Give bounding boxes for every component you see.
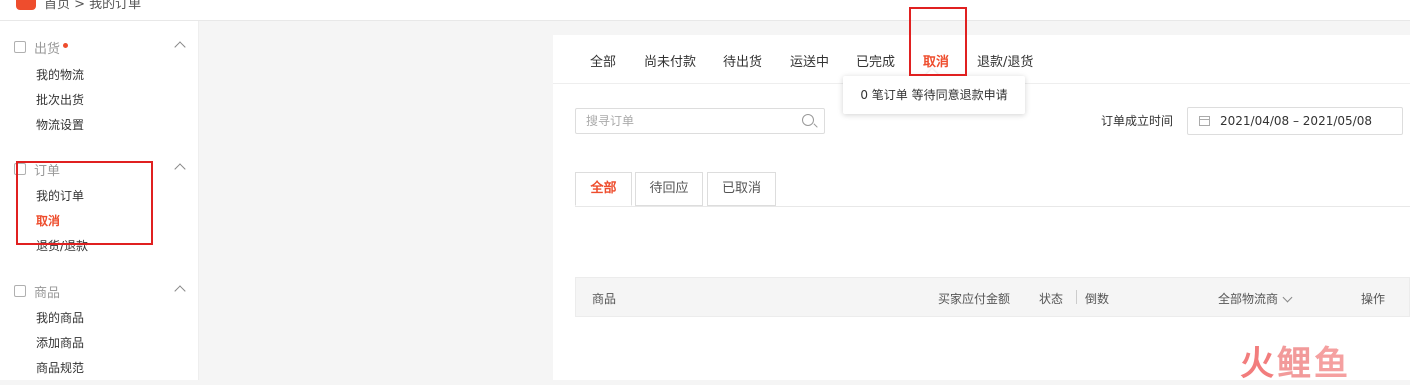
notification-dot-icon [63,42,69,48]
subtab-all[interactable]: 全部 [575,172,632,206]
sidebar: 出货 我的物流 批次出货 物流设置 订单 我的订单 取消 退货/退款 商品 我的… [0,21,199,380]
logo-icon[interactable] [16,0,36,10]
sidebar-section-shipping[interactable]: 出货 [14,38,186,57]
top-bar: 首页 > 我的订单 [0,0,1410,21]
col-action: 操作 [1361,292,1386,306]
tab-unpaid[interactable]: 尚未付款 [644,51,696,70]
order-icon [14,163,26,175]
date-range-picker[interactable]: 2021/04/08 – 2021/05/08 [1187,107,1403,135]
sidebar-item-returns[interactable]: 退货/退款 [36,237,88,254]
sidebar-item-product-rules[interactable]: 商品规范 [36,359,84,376]
tab-to-ship[interactable]: 待出货 [723,51,762,70]
sidebar-item-cancel[interactable]: 取消 [36,212,60,229]
sidebar-section-title: 出货 [34,41,61,57]
carrier-filter-label: 全部物流商 [1218,292,1279,306]
date-range-value: 2021/04/08 – 2021/05/08 [1220,114,1372,128]
tab-returns[interactable]: 退款/退货 [977,51,1033,70]
col-separator [1076,290,1077,304]
search-input[interactable] [576,109,796,133]
sidebar-item-batch-shipping[interactable]: 批次出货 [36,91,84,108]
chevron-up-icon[interactable] [174,41,186,53]
tab-all[interactable]: 全部 [590,51,616,70]
tab-cancelled[interactable]: 取消 [923,51,949,70]
product-icon [14,285,26,297]
watermark-logo: 火鲤鱼 [1240,344,1351,384]
sidebar-item-logistics-settings[interactable]: 物流设置 [36,116,84,133]
col-product: 商品 [592,292,617,306]
sidebar-section-products[interactable]: 商品 [14,282,186,301]
calendar-icon [1199,116,1210,126]
col-countdown: 倒数 [1085,292,1110,306]
sidebar-item-my-logistics[interactable]: 我的物流 [36,66,84,83]
sidebar-section-title: 商品 [34,285,61,301]
chevron-up-icon[interactable] [174,285,186,297]
sidebar-section-title: 订单 [34,163,61,179]
subtab-divider [575,206,1410,207]
col-amount: 买家应付金额 [938,292,1011,306]
sidebar-item-add-product[interactable]: 添加商品 [36,334,84,351]
sidebar-item-my-products[interactable]: 我的商品 [36,309,84,326]
subtab-cancelled[interactable]: 已取消 [707,172,776,206]
subtab-pending[interactable]: 待回应 [635,172,703,206]
sidebar-item-my-orders[interactable]: 我的订单 [36,187,84,204]
tab-completed[interactable]: 已完成 [856,51,895,70]
col-status: 状态 [1039,292,1064,306]
carrier-filter[interactable]: 全部物流商 [1218,290,1293,307]
sidebar-section-orders[interactable]: 订单 [14,160,186,179]
cancel-tab-tooltip: 0 笔订单 等待同意退款申请 [843,76,1025,114]
date-filter-label: 订单成立时间 [1101,114,1174,128]
order-search [575,108,825,134]
chevron-down-icon [1282,292,1293,303]
search-icon[interactable] [802,114,814,126]
shipping-icon [14,41,26,53]
order-table-header: 商品 买家应付金额 状态 倒数 全部物流商 操作 [575,277,1410,317]
breadcrumb[interactable]: 首页 > 我的订单 [44,0,141,12]
chevron-up-icon[interactable] [174,163,186,175]
tab-shipping[interactable]: 运送中 [790,51,829,70]
